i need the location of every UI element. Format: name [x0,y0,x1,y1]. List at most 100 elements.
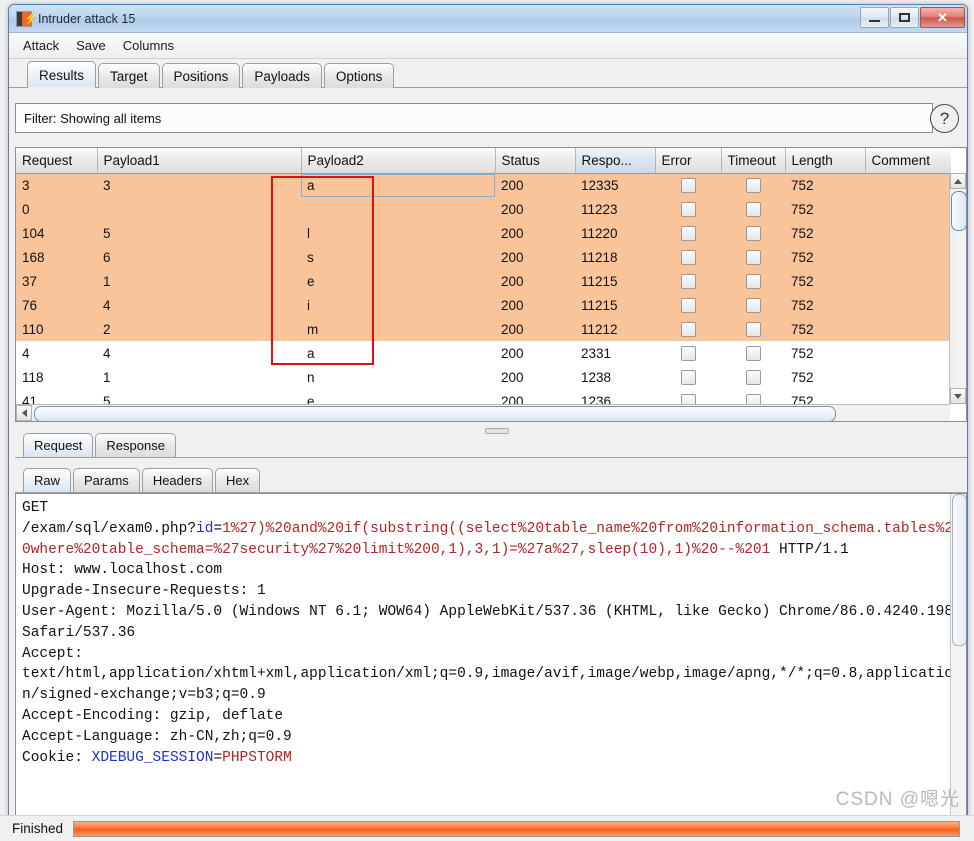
column-header-request[interactable]: Request [16,148,98,174]
scroll-left-icon[interactable] [16,405,32,421]
horizontal-scroll-thumb[interactable] [34,406,836,421]
cell-timeout-checkbox[interactable] [721,221,785,245]
cell-status: 200 [495,221,575,245]
table-row[interactable]: 104 5 l 200 11220 752 [16,221,951,245]
column-header-status[interactable]: Status [495,148,576,174]
checkbox-icon[interactable] [680,249,696,265]
cell-error-checkbox[interactable] [655,197,721,221]
cell-error-checkbox[interactable] [655,317,721,341]
checkbox-icon[interactable] [745,321,761,337]
cell-payload1: 2 [97,317,301,341]
raw-vertical-scrollbar[interactable] [950,494,966,836]
checkbox-icon[interactable] [680,225,696,241]
cell-timeout-checkbox[interactable] [721,173,785,197]
tab-results[interactable]: Results [27,61,97,89]
table-row[interactable]: 3 3 a 200 12335 752 [16,173,951,197]
table-row[interactable]: 37 1 e 200 11215 752 [16,269,951,293]
column-header-comment[interactable]: Comment [865,148,951,174]
checkbox-icon[interactable] [745,225,761,241]
column-header-error[interactable]: Error [655,148,722,174]
tab-headers[interactable]: Headers [141,468,213,492]
cell-payload1: 4 [97,293,301,317]
cell-timeout-checkbox[interactable] [721,317,785,341]
cell-error-checkbox[interactable] [655,221,721,245]
close-icon[interactable]: ✕ [920,7,965,28]
checkbox-icon[interactable] [745,178,761,194]
tab-request[interactable]: Request [23,433,94,457]
scroll-down-icon[interactable] [950,388,966,404]
table-row[interactable]: 76 4 i 200 11215 752 [16,293,951,317]
tab-response[interactable]: Response [95,433,176,457]
menu-item-save[interactable]: Save [74,37,108,54]
column-header-payload1[interactable]: Payload1 [97,148,302,174]
cell-error-checkbox[interactable] [655,245,721,269]
tab-params[interactable]: Params [73,468,140,492]
results-vertical-scrollbar[interactable] [949,173,966,404]
column-header-response-received[interactable]: Respo... [575,148,656,174]
checkbox-icon[interactable] [745,273,761,289]
cell-comment [865,341,951,365]
results-horizontal-scrollbar[interactable] [16,404,950,421]
help-icon[interactable]: ? [930,104,959,133]
burp-intruder-window-root: ⚡ Intruder attack 15 ✕ Attack Save Colum… [0,0,974,841]
cell-error-checkbox[interactable] [655,173,721,197]
menu-item-attack[interactable]: Attack [21,37,61,54]
table-row[interactable]: 168 6 s 200 11218 752 [16,245,951,269]
checkbox-icon[interactable] [745,249,761,265]
splitter-grip[interactable] [485,428,509,434]
checkbox-icon[interactable] [680,178,696,194]
checkbox-icon[interactable] [680,201,696,217]
table-row[interactable]: 0 200 11223 752 [16,197,951,221]
maximize-button[interactable] [890,7,919,28]
checkbox-icon[interactable] [745,201,761,217]
column-header-length[interactable]: Length [785,148,866,174]
tab-target[interactable]: Target [98,63,160,88]
cell-error-checkbox[interactable] [655,269,721,293]
raw-request-viewer[interactable]: GET /exam/sql/exam0.php?id=1%27)%20and%2… [15,493,967,836]
cell-payload1: 5 [97,221,301,245]
vertical-scroll-thumb[interactable] [951,191,966,231]
tab-positions[interactable]: Positions [161,63,241,88]
cell-timeout-checkbox[interactable] [721,365,785,389]
checkbox-icon[interactable] [680,273,696,289]
cell-request: 4 [16,341,97,365]
tab-hex[interactable]: Hex [214,468,261,492]
window-buttons: ✕ [859,7,965,28]
cell-timeout-checkbox[interactable] [721,197,785,221]
checkbox-icon[interactable] [680,321,696,337]
cell-length: 752 [785,221,865,245]
cell-timeout-checkbox[interactable] [721,293,785,317]
filter-bar[interactable]: Filter: Showing all items [15,103,933,133]
checkbox-icon[interactable] [680,297,696,313]
menu-item-columns[interactable]: Columns [121,37,176,54]
table-row[interactable]: 110 2 m 200 11212 752 [16,317,951,341]
minimize-button[interactable] [860,7,889,28]
scroll-up-icon[interactable] [950,173,966,189]
checkbox-icon[interactable] [745,369,761,385]
cell-timeout-checkbox[interactable] [721,245,785,269]
checkbox-icon[interactable] [745,297,761,313]
tab-options[interactable]: Options [323,63,395,88]
cell-request: 37 [16,269,97,293]
tab-payloads[interactable]: Payloads [242,63,322,88]
cell-error-checkbox[interactable] [655,365,721,389]
raw-scroll-thumb[interactable] [952,494,966,646]
cell-request: 3 [16,173,97,197]
cell-status: 200 [495,293,575,317]
cell-request: 118 [16,365,97,389]
column-header-payload2[interactable]: Payload2 [301,148,496,174]
cell-error-checkbox[interactable] [655,293,721,317]
table-row[interactable]: 118 1 n 200 1238 752 [16,365,951,389]
cell-status: 200 [495,269,575,293]
tab-raw[interactable]: Raw [23,468,72,492]
checkbox-icon[interactable] [680,369,696,385]
checkbox-icon[interactable] [680,345,696,361]
checkbox-icon[interactable] [745,345,761,361]
table-row[interactable]: 4 4 a 200 2331 752 [16,341,951,365]
cell-error-checkbox[interactable] [655,341,721,365]
cell-timeout-checkbox[interactable] [721,341,785,365]
column-header-timeout[interactable]: Timeout [721,148,786,174]
cell-timeout-checkbox[interactable] [721,269,785,293]
results-panel: Filter: Showing all items ? Request Payl… [9,89,967,836]
results-table-head: Request Payload1 Payload2 Status Respo..… [16,148,951,174]
